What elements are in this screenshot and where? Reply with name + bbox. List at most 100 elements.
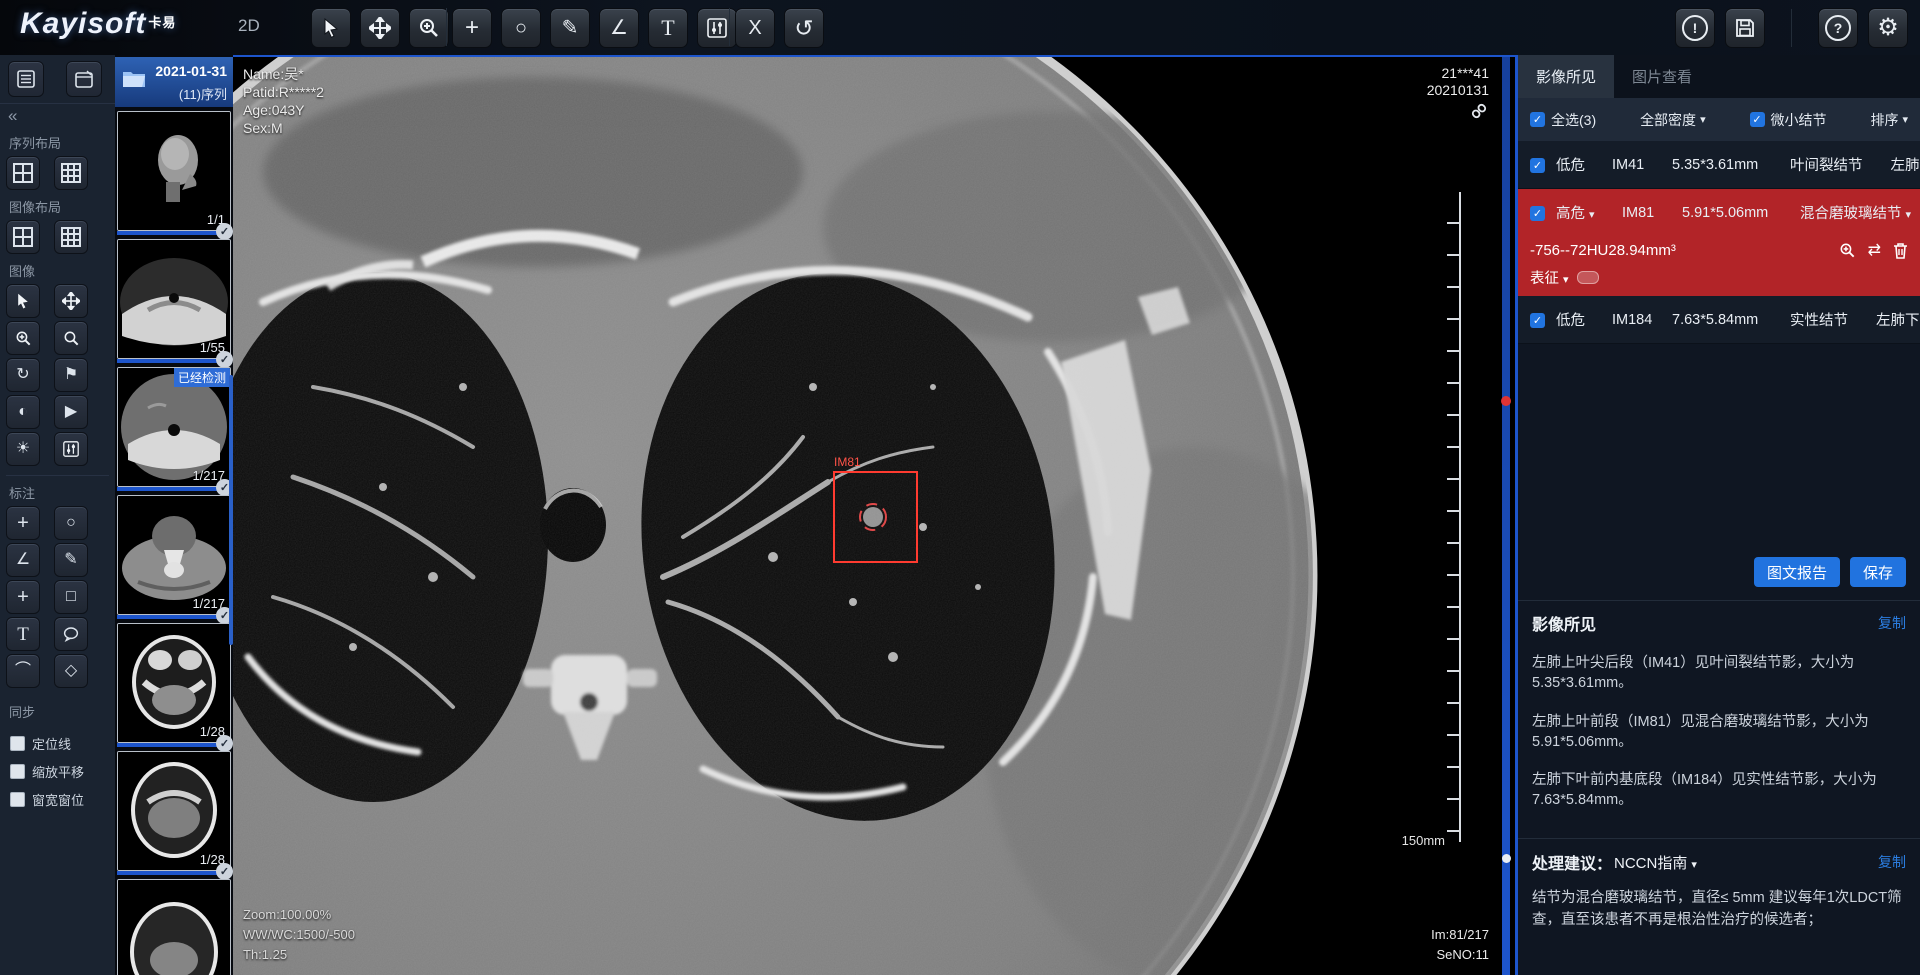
nodule-row-im184[interactable]: ✓ 低危 IM184 7.63*5.84mm 实性结节 左肺下叶: [1518, 296, 1920, 344]
annotate-text-button[interactable]: T: [6, 617, 40, 651]
risk-level-dropdown[interactable]: 高危▾: [1556, 202, 1622, 223]
annotate-eraser-button[interactable]: ◇: [54, 654, 88, 688]
checkbox-checked-icon[interactable]: ✓: [1530, 158, 1545, 173]
flag-tool-button[interactable]: ⚑: [54, 358, 88, 392]
mode-2d-label[interactable]: 2D: [238, 16, 260, 36]
rotate-tool-button[interactable]: ↻: [6, 358, 40, 392]
delete-nodule-button[interactable]: [1893, 242, 1908, 259]
slice-scrollbar[interactable]: [1502, 57, 1510, 975]
reset-view-button[interactable]: ↺: [784, 8, 824, 48]
window-level-tool-button[interactable]: [54, 432, 88, 466]
feature-toggle[interactable]: [1577, 271, 1599, 284]
annotate-rect-button[interactable]: □: [54, 580, 88, 614]
nodule-roi-box[interactable]: [833, 471, 918, 563]
sync-option-localizer[interactable]: 定位线: [10, 734, 115, 753]
tab-findings[interactable]: 影像所见: [1518, 55, 1614, 98]
feature-dropdown[interactable]: 表征▾: [1530, 267, 1569, 288]
series-layout-3x3-button[interactable]: [54, 156, 88, 190]
nodule-type-dropdown[interactable]: 混合磨玻璃结节▾: [1800, 202, 1911, 223]
checkbox-checked-icon[interactable]: ✓: [1530, 313, 1545, 328]
series-layout-label: 序列布局: [0, 126, 115, 156]
help-button[interactable]: ?: [1818, 8, 1858, 48]
nodule-row-main[interactable]: ✓ 高危▾ IM81 5.91*5.06mm 混合磨玻璃结节▾ 左肺上叶▾: [1518, 189, 1920, 236]
image-viewport[interactable]: Name:吴* Patid:R*****2 Age:043Y Sex:M 21*…: [233, 55, 1515, 975]
window-level-tool-button[interactable]: [697, 8, 737, 48]
zoom-in-tool-button[interactable]: [6, 321, 40, 355]
pan-tool-button[interactable]: [54, 284, 88, 318]
chevron-down-icon: ▾: [1902, 113, 1908, 126]
alert-button[interactable]: !: [1675, 8, 1715, 48]
search-tool-button[interactable]: [54, 321, 88, 355]
report-panel-toggle-button[interactable]: [66, 61, 102, 97]
save-button[interactable]: 保存: [1850, 557, 1906, 587]
annotate-bubble-button[interactable]: [54, 617, 88, 651]
invert-tool-button[interactable]: ◐: [6, 395, 40, 429]
image-layout-2x2-button[interactable]: [6, 220, 40, 254]
brightness-tool-button[interactable]: ☀: [6, 432, 40, 466]
collapse-sidebar-button[interactable]: «: [0, 104, 115, 126]
delete-annotation-button[interactable]: X: [735, 8, 775, 48]
thumb-check-icon[interactable]: ✓: [216, 351, 233, 368]
zoom-tool-button[interactable]: [409, 8, 449, 48]
scrollbar-position-marker[interactable]: [1501, 396, 1511, 406]
annotate-crosshair-button[interactable]: +: [6, 506, 40, 540]
nodule-type: 实性结节: [1790, 309, 1848, 330]
pan-tool-button[interactable]: [360, 8, 400, 48]
tab-image-view[interactable]: 图片查看: [1614, 55, 1710, 98]
settings-button[interactable]: ⚙: [1868, 8, 1908, 48]
annotate-plus-button[interactable]: +: [6, 580, 40, 614]
annotate-pencil-button[interactable]: ✎: [54, 543, 88, 577]
crosshair-tool-button[interactable]: +: [452, 8, 492, 48]
angle-tool-button[interactable]: ∠: [599, 8, 639, 48]
sync-option-window[interactable]: 窗宽窗位: [10, 790, 115, 809]
annotate-arch-button[interactable]: ⌒: [6, 654, 40, 688]
study-date: 2021-01-31: [155, 63, 227, 79]
checkbox-unchecked[interactable]: [10, 736, 25, 751]
cursor-tool-button[interactable]: [311, 8, 351, 48]
series-thumbnail[interactable]: 1/217: [117, 495, 231, 615]
series-thumbnail-active[interactable]: 已经检测 1/217: [117, 367, 231, 487]
list-panel-icon: [17, 70, 35, 88]
series-thumbnail[interactable]: 1/28: [117, 623, 231, 743]
pencil-tool-button[interactable]: ✎: [550, 8, 590, 48]
locate-zoom-button[interactable]: [1839, 242, 1856, 259]
link-icon[interactable]: [1471, 103, 1487, 119]
study-header[interactable]: 2021-01-31 (11)序列: [115, 57, 233, 107]
save-study-button[interactable]: [1725, 8, 1765, 48]
image-layout-3x3-button[interactable]: [54, 220, 88, 254]
checkbox-unchecked[interactable]: [10, 764, 25, 779]
series-panel-toggle-button[interactable]: [8, 61, 44, 97]
text-tool-button[interactable]: T: [648, 8, 688, 48]
checkbox-checked-icon[interactable]: ✓: [1750, 112, 1765, 127]
nodule-location-dropdown[interactable]: 左肺上叶▾: [1911, 202, 1920, 223]
checkbox-unchecked[interactable]: [10, 792, 25, 807]
select-all-checkbox[interactable]: ✓全选(3): [1530, 110, 1596, 130]
compare-swap-button[interactable]: ⇄: [1868, 240, 1881, 260]
sort-dropdown[interactable]: 排序▾: [1870, 110, 1908, 130]
guideline-dropdown[interactable]: NCCN指南▾: [1614, 852, 1697, 873]
thumb-check-icon[interactable]: ✓: [216, 863, 233, 880]
nodule-row-im41[interactable]: ✓ 低危 IM41 5.35*3.61mm 叶间裂结节 左肺上叶: [1518, 141, 1920, 189]
density-dropdown[interactable]: 全部密度▾: [1640, 110, 1706, 130]
thumb-check-icon[interactable]: ✓: [216, 223, 233, 240]
annotate-angle-button[interactable]: ∠: [6, 543, 40, 577]
series-thumbnail[interactable]: 1/1: [117, 111, 231, 231]
copy-advice-link[interactable]: 复制: [1878, 852, 1906, 872]
micro-nodule-checkbox[interactable]: ✓微小结节: [1750, 110, 1827, 130]
report-button[interactable]: 图文报告: [1754, 557, 1840, 587]
series-thumbnail[interactable]: [117, 879, 231, 975]
nodule-row-im81-selected[interactable]: ✓ 高危▾ IM81 5.91*5.06mm 混合磨玻璃结节▾ 左肺上叶▾ -7…: [1518, 189, 1920, 296]
series-thumbnail[interactable]: 1/55: [117, 239, 231, 359]
copy-findings-link[interactable]: 复制: [1878, 613, 1906, 633]
cursor-tool-button[interactable]: [6, 284, 40, 318]
checkbox-checked-icon[interactable]: ✓: [1530, 112, 1545, 127]
play-cine-button[interactable]: ▶: [54, 395, 88, 429]
checkbox-checked-icon[interactable]: ✓: [1530, 206, 1545, 221]
thumb-check-icon[interactable]: ✓: [216, 735, 233, 752]
ellipse-tool-button[interactable]: ○: [501, 8, 541, 48]
series-layout-2x2-button[interactable]: [6, 156, 40, 190]
scrollbar-thumb-marker[interactable]: [1502, 854, 1511, 863]
annotate-ellipse-button[interactable]: ○: [54, 506, 88, 540]
sync-option-zoom-pan[interactable]: 缩放平移: [10, 762, 115, 781]
series-thumbnail[interactable]: 1/28: [117, 751, 231, 871]
